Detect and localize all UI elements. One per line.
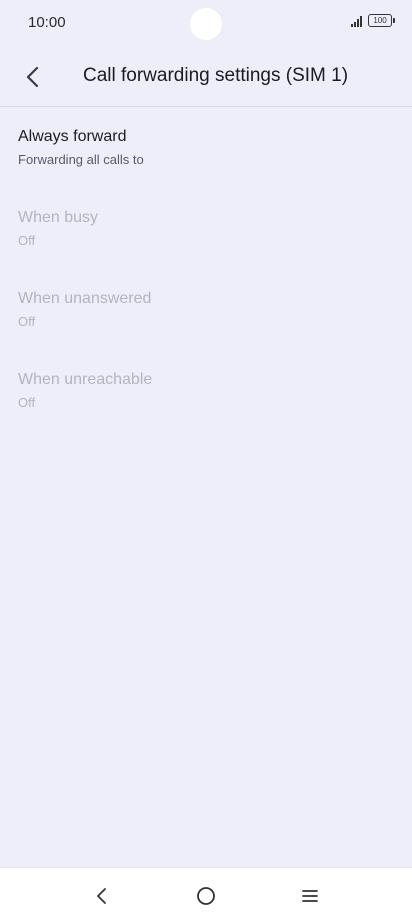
app-bar: Call forwarding settings (SIM 1) xyxy=(0,48,412,106)
nav-home-icon xyxy=(197,887,215,905)
status-time: 10:00 xyxy=(28,14,66,31)
back-button[interactable] xyxy=(14,58,52,96)
page-title: Call forwarding settings (SIM 1) xyxy=(83,65,349,86)
setting-title: When unreachable xyxy=(18,371,153,388)
chevron-left-icon xyxy=(26,66,39,88)
header-divider xyxy=(0,106,412,107)
setting-when-unanswered[interactable]: When unanswered Off xyxy=(0,270,412,351)
setting-summary: Off xyxy=(18,233,36,248)
nav-home-button[interactable] xyxy=(190,880,222,912)
nav-recents-icon xyxy=(302,890,318,902)
navigation-bar xyxy=(0,867,412,922)
signal-icon xyxy=(351,15,362,27)
settings-list: Always forward Forwarding all calls to W… xyxy=(0,108,412,432)
setting-always-forward[interactable]: Always forward Forwarding all calls to xyxy=(0,108,412,189)
setting-title: When unanswered xyxy=(18,290,152,307)
setting-summary: Forwarding all calls to xyxy=(18,152,144,167)
setting-when-busy[interactable]: When busy Off xyxy=(0,189,412,270)
nav-recents-button[interactable] xyxy=(294,880,326,912)
nav-back-icon xyxy=(97,888,106,904)
status-bar: 10:00 100 xyxy=(0,0,412,48)
setting-summary: Off xyxy=(18,395,36,410)
setting-title: When busy xyxy=(18,209,99,226)
setting-summary: Off xyxy=(18,314,36,329)
nav-back-button[interactable] xyxy=(86,880,118,912)
setting-title: Always forward xyxy=(18,128,127,145)
camera-cutout xyxy=(190,8,222,40)
status-icons: 100 xyxy=(351,14,395,27)
battery-icon: 100 xyxy=(368,14,395,27)
setting-when-unreachable[interactable]: When unreachable Off xyxy=(0,351,412,432)
